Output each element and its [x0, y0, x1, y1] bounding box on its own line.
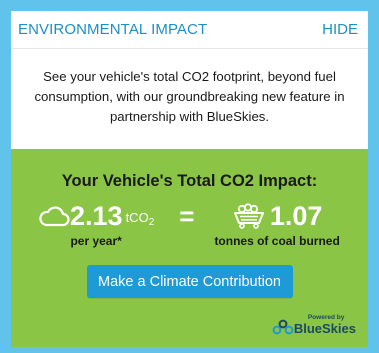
- impact-stats: 2.13 tCO2 per year* = 1.07 tonnes of coa…: [11, 201, 368, 248]
- card-header: ENVIRONMENTAL IMPACT HIDE: [11, 11, 368, 49]
- blueskies-logo-icon: [272, 318, 294, 336]
- brand-name: BlueSkies: [293, 321, 356, 336]
- coal-caption: tonnes of coal burned: [214, 234, 340, 248]
- coal-value: 1.07: [269, 201, 323, 231]
- powered-by-blueskies[interactable]: Powered by BlueSkies: [272, 314, 356, 336]
- co2-value: 2.13: [70, 201, 123, 231]
- card-title: ENVIRONMENTAL IMPACT: [18, 21, 208, 38]
- co2-unit: tCO2: [125, 210, 155, 228]
- environmental-impact-card: ENVIRONMENTAL IMPACT HIDE See your vehic…: [11, 11, 368, 347]
- cloud-icon: [38, 204, 70, 228]
- equals-sign: =: [179, 201, 195, 231]
- make-climate-contribution-button[interactable]: Make a Climate Contribution: [86, 265, 293, 298]
- impact-title: Your Vehicle's Total CO2 Impact:: [61, 172, 318, 190]
- widget-frame: ENVIRONMENTAL IMPACT HIDE See your vehic…: [0, 0, 379, 353]
- coal-cart-icon: [232, 203, 266, 229]
- hide-link[interactable]: HIDE: [322, 21, 358, 38]
- coal-stat: 1.07 tonnes of coal burned: [214, 201, 339, 248]
- impact-panel: Your Vehicle's Total CO2 Impact: 2.13 tC…: [11, 149, 368, 347]
- co2-stat: 2.13 tCO2 per year*: [38, 201, 154, 248]
- co2-caption: per year*: [70, 234, 122, 248]
- feature-description: See your vehicle's total CO2 footprint, …: [34, 69, 345, 124]
